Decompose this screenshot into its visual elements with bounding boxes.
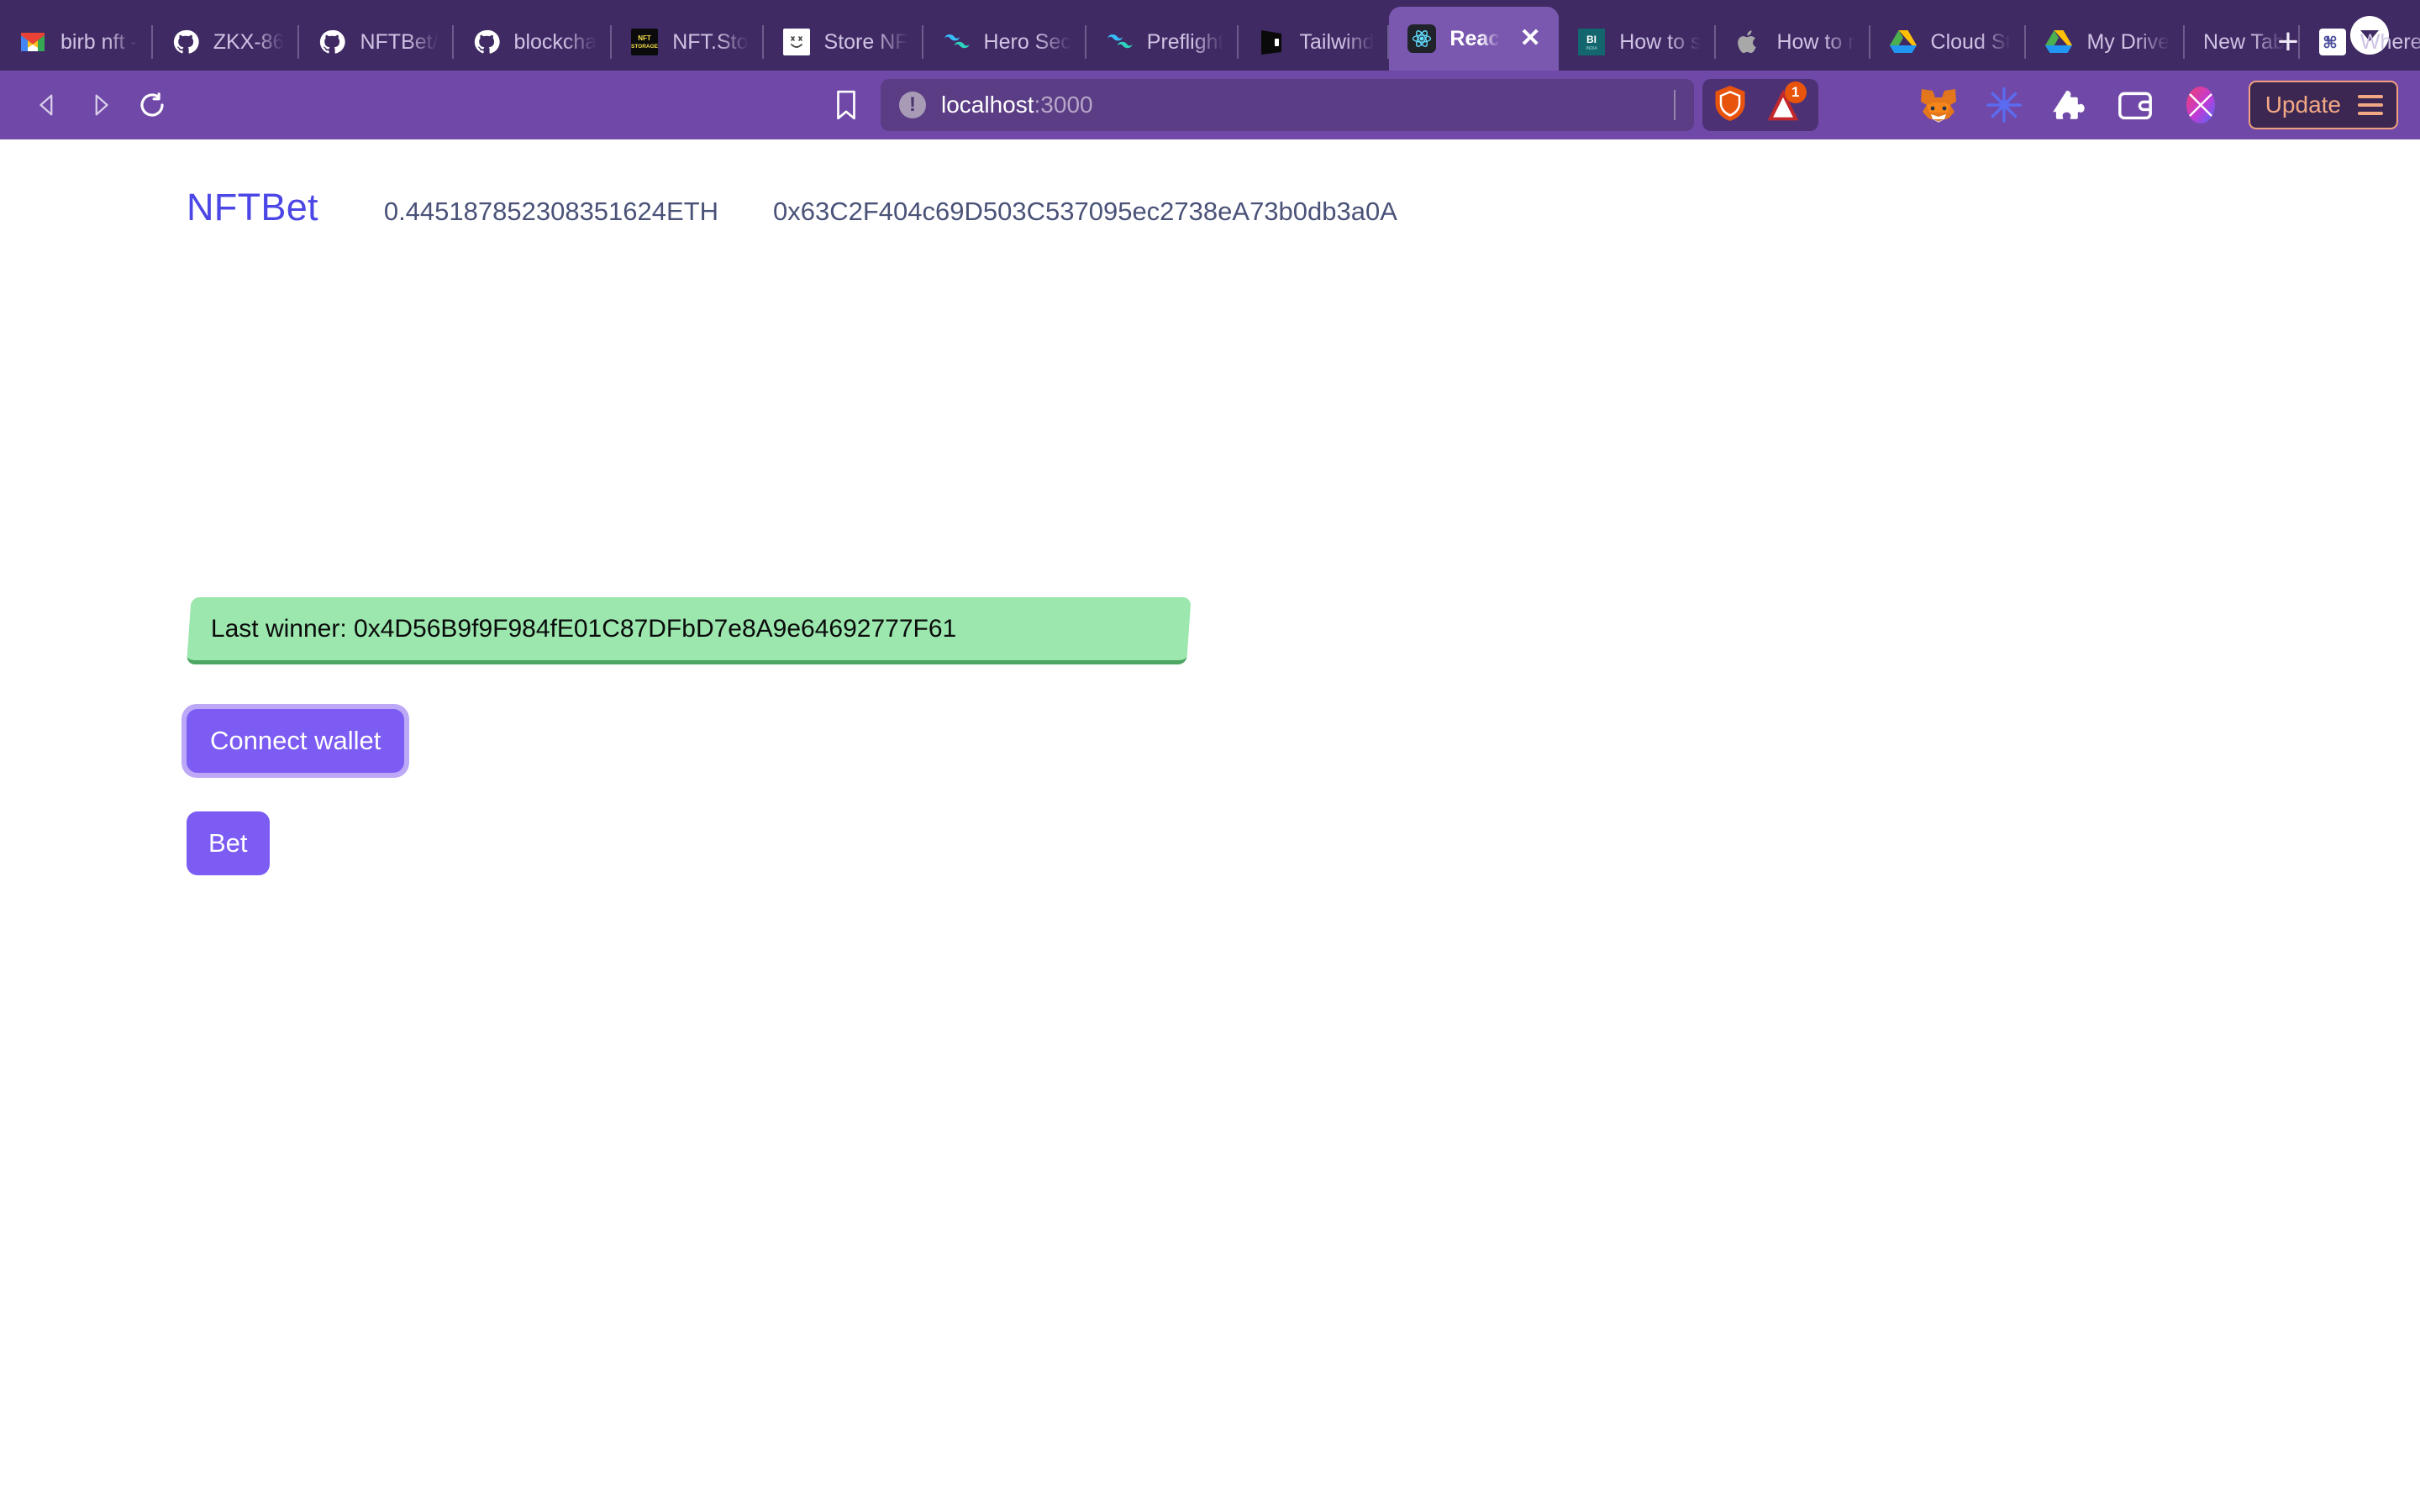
extensions-group <box>1919 86 2220 124</box>
browser-tab[interactable]: NFT STORAGE NFT.Sto <box>612 13 764 71</box>
svg-text:INDIA: INDIA <box>1586 46 1598 51</box>
nft-storage-icon: NFT STORAGE <box>630 28 659 56</box>
browser-tab[interactable]: birb nft - <box>0 13 153 71</box>
badge-count: 1 <box>1784 81 1807 103</box>
browser-tab[interactable]: Preflight <box>1086 13 1239 71</box>
tab-label: ZKX-86 <box>213 29 285 54</box>
browser-tab[interactable]: ZKX-86 <box>153 13 300 71</box>
reload-icon[interactable] <box>126 79 178 131</box>
tab-label: NFT.Sto <box>672 29 749 54</box>
tab-label: birb nft - <box>60 29 138 54</box>
svg-text:BI: BI <box>1586 34 1597 45</box>
browser-tab[interactable]: My Drive <box>2026 13 2185 71</box>
connect-wallet-button[interactable]: Connect wallet <box>187 709 405 773</box>
contract-address: 0x63C2F404c69D503C537095ec2738eA73b0db3a… <box>773 197 1397 226</box>
url-text: localhost:3000 <box>941 92 1093 118</box>
wallet-icon[interactable] <box>2116 86 2154 124</box>
browser-tab[interactable]: Hero Sec <box>923 13 1086 71</box>
tab-label: Where d <box>2360 29 2420 54</box>
browser-window: birb nft - ZKX-86 NFTBet/blockcha NFT STORAG… <box>0 0 2420 1512</box>
tab-label: How to s <box>1619 29 1702 54</box>
browser-tab[interactable]: NFTBet/ <box>299 13 454 71</box>
tab-label: Hero Sec <box>983 29 1071 54</box>
app-header: NFTBet 0.445187852308351624ETH 0x63C2F40… <box>0 139 2420 229</box>
dark-book-icon <box>1257 28 1286 56</box>
react-icon <box>1407 24 1437 53</box>
tab-list: birb nft - ZKX-86 NFTBet/blockcha NFT STORAG… <box>0 0 2420 71</box>
gmail-icon <box>18 28 47 56</box>
github-icon <box>318 28 346 56</box>
browser-tab[interactable]: Cloud St <box>1870 13 2027 71</box>
connect-wallet-focus-ring: Connect wallet <box>182 704 410 778</box>
browser-tab-active[interactable]: Reac ✕ <box>1389 7 1560 71</box>
apple-icon <box>1734 28 1763 56</box>
brave-actions-group: 1 <box>1702 79 1818 131</box>
blue-burst-icon[interactable] <box>1985 86 2023 124</box>
address-bar[interactable]: ! localhost:3000 <box>881 79 1694 131</box>
bi-india-icon: BI INDIA <box>1577 28 1606 56</box>
tab-label: NFTBet/ <box>360 29 439 54</box>
browser-tab[interactable]: blockcha <box>454 13 613 71</box>
command-icon <box>2318 28 2347 56</box>
back-arrow-icon[interactable] <box>22 79 74 131</box>
puzzle-piece-icon[interactable] <box>2050 86 2089 124</box>
browser-tab[interactable]: BI INDIA How to s <box>1559 13 1717 71</box>
browser-tab[interactable]: Tailwind <box>1239 13 1390 71</box>
page-title: NFTBet <box>187 186 318 228</box>
tailwind-icon <box>1105 28 1134 56</box>
gradient-x-icon[interactable] <box>2181 86 2220 124</box>
tab-label: Cloud St <box>1930 29 2012 54</box>
extension-action-with-badge[interactable]: 1 <box>1765 81 1807 123</box>
github-icon <box>472 28 501 56</box>
toolbar-divider <box>1673 90 1676 120</box>
smiley-icon <box>782 28 811 56</box>
address-bar-actions <box>1673 90 1676 120</box>
bookmark-icon[interactable] <box>817 89 876 121</box>
last-winner-banner: Last winner: 0x4D56B9f9F984fE01C87DFbD7e… <box>187 597 1192 664</box>
browser-tab[interactable]: Store NF <box>764 13 923 71</box>
url-port: :3000 <box>1034 92 1093 118</box>
tab-label: Store NF <box>823 29 908 54</box>
update-button[interactable]: Update <box>2248 81 2398 129</box>
tab-label: Preflight <box>1146 29 1224 54</box>
tab-label: Tailwind <box>1299 29 1375 54</box>
tab-label: My Drive <box>2086 29 2170 54</box>
hamburger-menu-icon[interactable] <box>2358 95 2383 115</box>
tab-label: Reac <box>1449 26 1501 50</box>
not-secure-icon[interactable]: ! <box>899 92 926 118</box>
last-winner-text: Last winner: 0x4D56B9f9F984fE01C87DFbD7e… <box>210 614 957 643</box>
forward-arrow-icon[interactable] <box>74 79 126 131</box>
close-icon[interactable]: ✕ <box>1513 22 1547 55</box>
wallet-balance: 0.445187852308351624ETH <box>383 197 719 226</box>
svg-text:STORAGE: STORAGE <box>631 44 658 50</box>
metamask-icon[interactable] <box>1919 86 1958 124</box>
tab-label: New Tab <box>2203 29 2285 54</box>
tab-label: How to r <box>1776 29 1855 54</box>
svg-text:NFT: NFT <box>638 34 651 42</box>
url-host: localhost <box>941 92 1034 118</box>
bet-button[interactable]: Bet <box>187 811 270 875</box>
tab-strip: birb nft - ZKX-86 NFTBet/blockcha NFT STORAG… <box>0 0 2420 71</box>
browser-tab[interactable]: How to r <box>1716 13 1870 71</box>
page-content: NFTBet 0.445187852308351624ETH 0x63C2F40… <box>0 139 2420 1512</box>
tailwind-icon <box>942 28 971 56</box>
update-button-label: Update <box>2265 92 2341 118</box>
browser-toolbar: ! localhost:3000 1 Update <box>0 71 2420 139</box>
browser-tab[interactable]: Where d <box>2300 13 2420 71</box>
browser-tab[interactable]: New Tab <box>2185 13 2300 71</box>
tab-label: blockcha <box>513 29 597 54</box>
google-drive-icon <box>2044 28 2073 56</box>
brave-shield-icon[interactable] <box>1712 84 1748 127</box>
google-drive-icon <box>1889 28 1918 56</box>
github-icon <box>171 28 200 56</box>
